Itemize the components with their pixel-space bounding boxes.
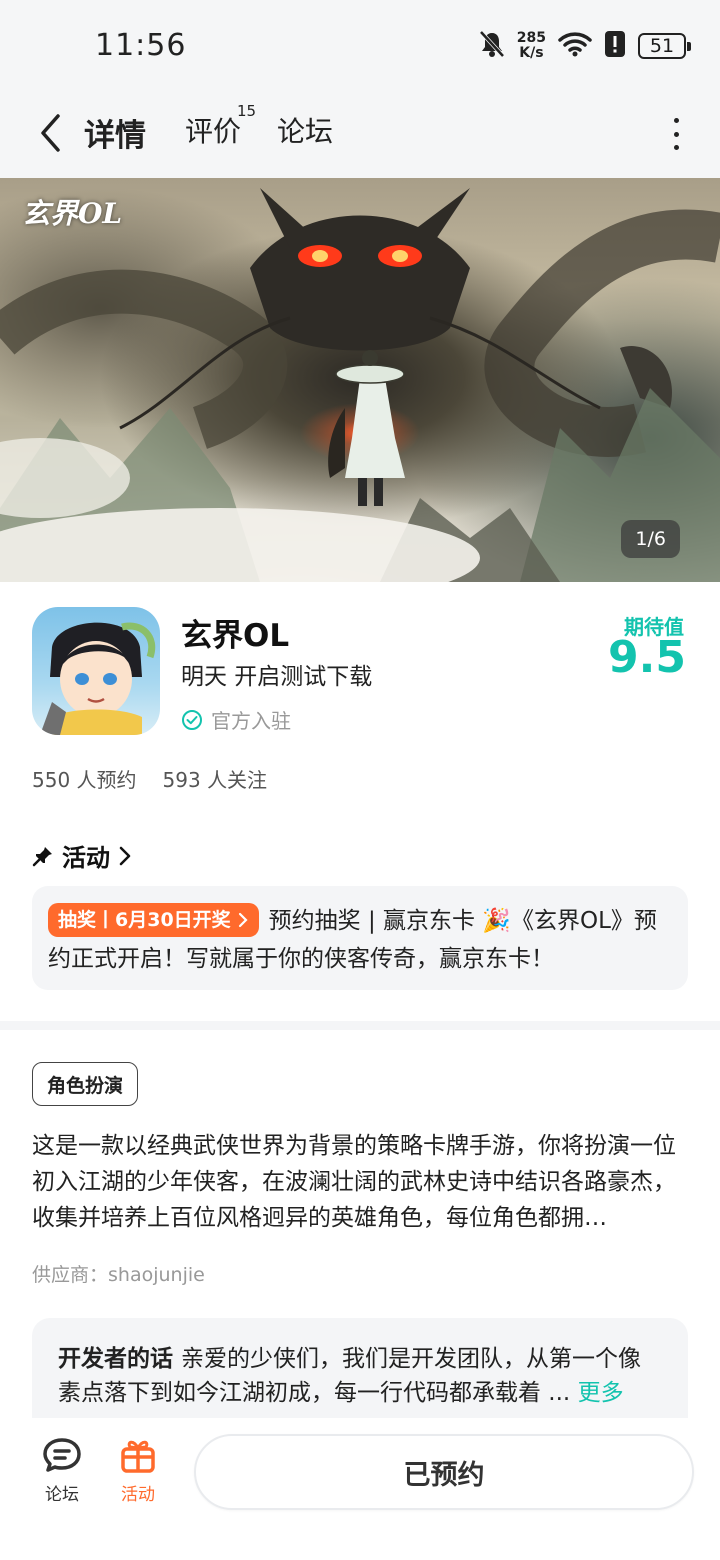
follower-count: 593 人关注 xyxy=(162,768,268,792)
dragon-artwork xyxy=(0,188,720,582)
chevron-right-icon xyxy=(238,912,248,927)
tab-review-label: 评价 xyxy=(185,115,242,148)
verified-check-icon xyxy=(182,709,202,730)
status-time: 11:56 xyxy=(95,28,187,63)
tab-forum-label: 论坛 xyxy=(277,115,334,148)
section-divider xyxy=(0,1021,720,1030)
net-speed: 285 K/s xyxy=(517,31,546,61)
expectation-score: 9.5 xyxy=(608,632,686,683)
developer-note-card[interactable]: 开发者的话 亲爱的少侠们，我们是开发团队，从第一个像素点落下到如今江湖初成，每一行… xyxy=(32,1318,688,1418)
genre-tag[interactable]: 角色扮演 xyxy=(32,1062,139,1106)
pin-icon xyxy=(32,846,52,866)
battery-icon: 51 xyxy=(638,33,691,59)
status-icons: 285 K/s 51 xyxy=(479,28,691,64)
app-name: 玄界OL xyxy=(181,618,290,654)
more-dot xyxy=(673,118,679,123)
tab-detail[interactable]: 详情 xyxy=(82,110,148,155)
lottery-badge-label: 抽奖丨6月30日开奖 xyxy=(58,908,231,931)
game-description[interactable]: 这是一款以经典武侠世界为背景的策略卡牌手游，你将扮演一位初入江湖的少年侠客，在波… xyxy=(32,1128,688,1236)
carousel-page-indicator: 1/6 xyxy=(621,520,680,558)
tab-review[interactable]: 评价 15 xyxy=(185,102,256,150)
mute-icon xyxy=(479,30,505,62)
battery-level: 51 xyxy=(649,35,675,57)
chevron-left-icon xyxy=(41,114,60,152)
forum-chat-icon xyxy=(43,1438,81,1472)
official-label: 官方入驻 xyxy=(211,709,291,733)
top-nav: 详情 评价 15 论坛 xyxy=(0,90,720,178)
back-button[interactable] xyxy=(30,108,70,158)
status-bar: 11:56 285 K/s 51 xyxy=(0,0,720,90)
gift-icon xyxy=(121,1440,155,1473)
bottom-activity-button[interactable]: 活动 xyxy=(108,1436,168,1505)
tab-detail-label: 详情 xyxy=(84,118,146,154)
more-dot xyxy=(673,145,679,150)
tab-forum[interactable]: 论坛 xyxy=(277,110,333,150)
activity-header-label: 活动 xyxy=(62,844,110,872)
review-count-badge: 15 xyxy=(237,102,257,120)
app-icon xyxy=(32,607,160,735)
chevron-right-icon xyxy=(119,846,131,865)
bottom-activity-label: 活动 xyxy=(121,1485,155,1505)
bottom-action-bar: 论坛 活动 已预约 xyxy=(0,1418,720,1560)
app-stats: 550 人预约 593 人关注 xyxy=(32,764,267,793)
activity-section-header[interactable]: 活动 xyxy=(32,838,132,873)
banner-game-logo: 玄界OL xyxy=(22,197,123,230)
more-dot xyxy=(673,131,679,137)
reserved-button[interactable]: 已预约 xyxy=(194,1434,694,1510)
official-badge: 官方入驻 xyxy=(181,705,291,734)
banner-carousel[interactable]: 玄界OL 1/6 xyxy=(0,178,720,582)
lottery-badge: 抽奖丨6月30日开奖 xyxy=(48,902,259,937)
net-speed-value: 285 xyxy=(516,30,546,46)
wifi-icon xyxy=(558,31,592,61)
reservation-count: 550 人预约 xyxy=(32,768,137,792)
developer-note-title: 开发者的话 xyxy=(58,1346,173,1372)
bottom-forum-label: 论坛 xyxy=(45,1485,79,1505)
net-speed-unit: K/s xyxy=(519,45,544,61)
developer-note-more-link[interactable]: 更多 xyxy=(578,1380,624,1406)
alert-icon xyxy=(604,30,626,62)
bottom-forum-button[interactable]: 论坛 xyxy=(32,1436,92,1505)
supplier-info: 供应商：shaojunjie xyxy=(32,1264,205,1286)
activity-card[interactable]: 抽奖丨6月30日开奖 预约抽奖 | 赢京东卡 🎉《玄界OL》预约正式开启！写就属… xyxy=(32,886,688,990)
app-subtitle: 明天 开启测试下载 xyxy=(181,664,373,690)
more-menu-button[interactable] xyxy=(666,114,686,154)
